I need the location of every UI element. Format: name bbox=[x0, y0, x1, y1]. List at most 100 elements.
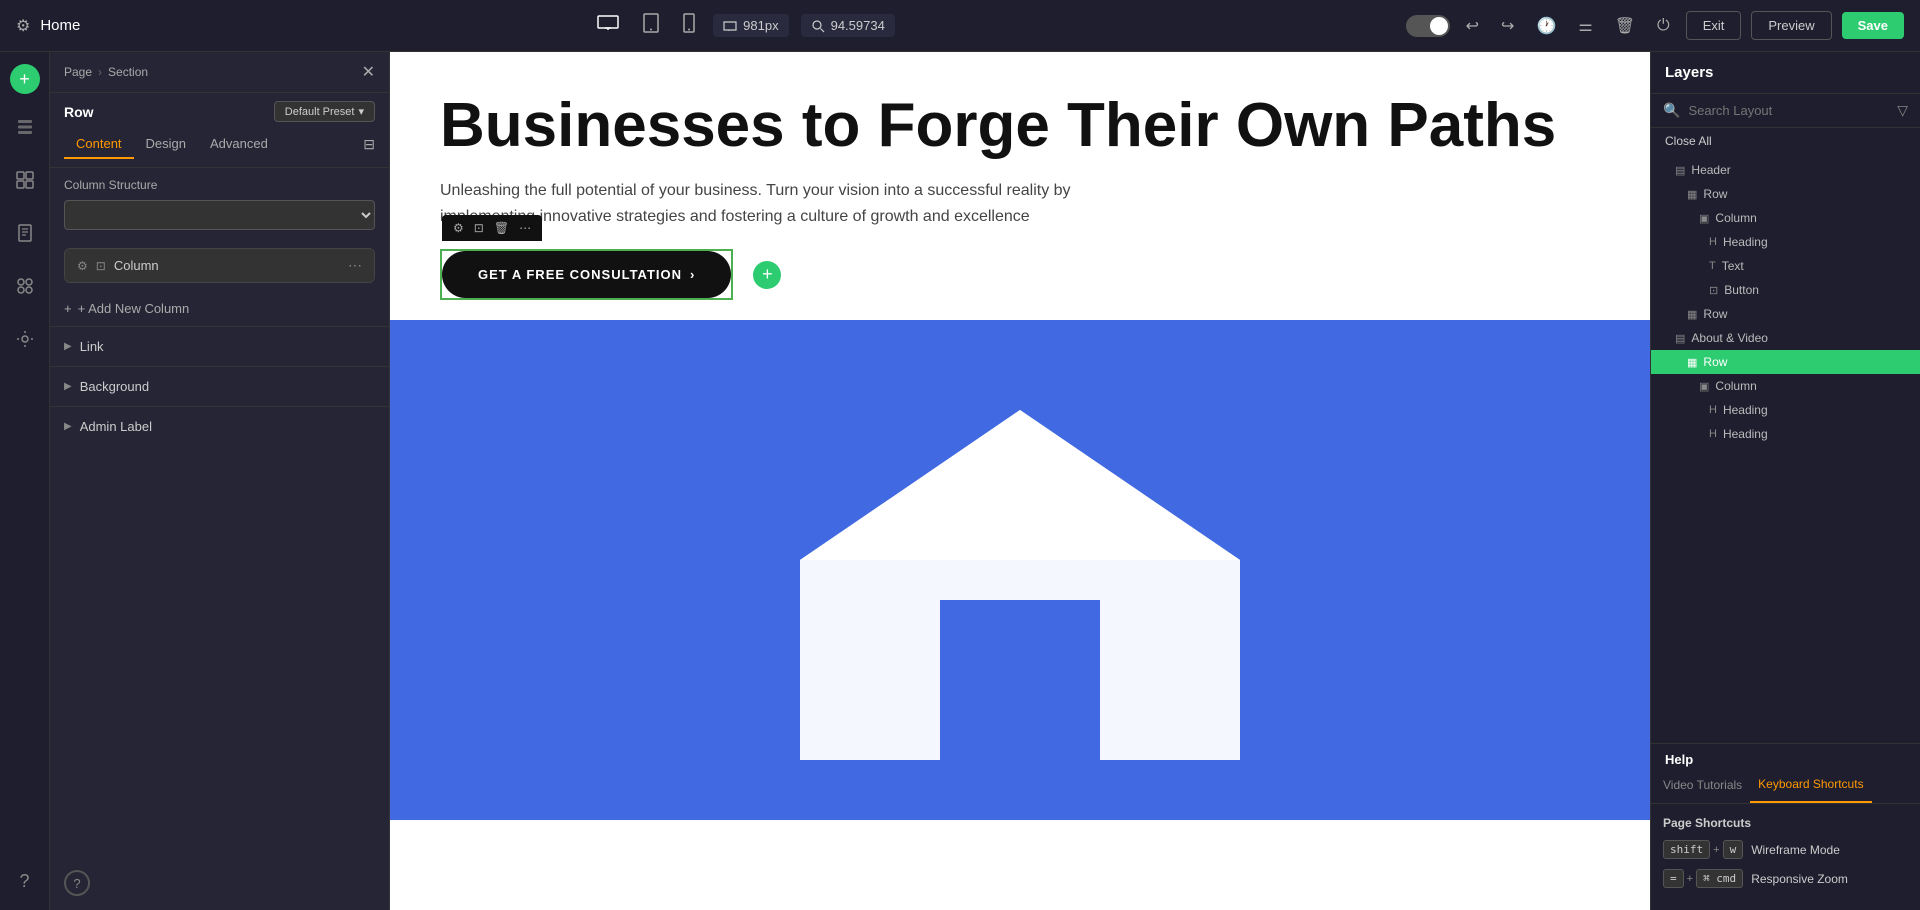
resolution-display: 981px bbox=[713, 14, 788, 37]
heading-icon: H bbox=[1709, 236, 1717, 248]
wireframe-label: Wireframe Mode bbox=[1751, 843, 1840, 857]
copy-small-icon[interactable]: ⊡ bbox=[96, 259, 106, 273]
mobile-device-button[interactable] bbox=[677, 7, 701, 44]
tab-design[interactable]: Design bbox=[134, 130, 198, 159]
link-arrow-icon: ▶ bbox=[64, 341, 72, 352]
plus-sep-1: + bbox=[1713, 844, 1719, 856]
background-accordion-header[interactable]: ▶ Background bbox=[50, 367, 389, 406]
wireframe-key-combo: shift + w bbox=[1663, 840, 1743, 859]
link-accordion-header[interactable]: ▶ Link bbox=[50, 327, 389, 366]
tree-item-heading-3[interactable]: H Heading bbox=[1651, 422, 1920, 446]
widget-icon[interactable] bbox=[10, 271, 40, 306]
cta-element: ⚙ ⊡ 🗑 ⋯ GET A FREE CONSULTATION › bbox=[440, 249, 733, 300]
admin-label-accordion: ▶ Admin Label bbox=[50, 406, 389, 446]
heading-icon-2: H bbox=[1709, 404, 1717, 416]
background-accordion: ▶ Background bbox=[50, 366, 389, 406]
layers-icon[interactable] bbox=[10, 112, 40, 147]
canvas-image-section bbox=[390, 320, 1650, 820]
background-title: Background bbox=[80, 379, 149, 394]
column-icon: ▣ bbox=[1699, 212, 1709, 225]
button-icon: ⊡ bbox=[1709, 284, 1718, 297]
tree-item-about-section[interactable]: ▤ About & Video bbox=[1651, 326, 1920, 350]
cta-add-button[interactable]: + bbox=[753, 261, 781, 289]
responsive-zoom-label: Responsive Zoom bbox=[1751, 872, 1848, 886]
columns-button[interactable]: ⚌ bbox=[1572, 10, 1598, 42]
help-icon[interactable]: ? bbox=[13, 865, 35, 898]
heading-icon-3: H bbox=[1709, 428, 1717, 440]
default-preset-button[interactable]: Default Preset ▾ bbox=[274, 101, 375, 122]
admin-label-title: Admin Label bbox=[80, 419, 152, 434]
column-dots-menu[interactable]: ⋯ bbox=[348, 257, 362, 274]
cta-settings-icon[interactable]: ⚙ bbox=[450, 219, 467, 237]
breadcrumb: Page › Section bbox=[64, 65, 148, 79]
tree-item-heading-2[interactable]: H Heading bbox=[1651, 398, 1920, 422]
preview-button[interactable]: Preview bbox=[1751, 11, 1831, 40]
cta-more-icon[interactable]: ⋯ bbox=[516, 219, 534, 237]
tab-advanced[interactable]: Advanced bbox=[198, 130, 280, 159]
column-icon-2: ▣ bbox=[1699, 380, 1709, 393]
column-structure-label: Column Structure bbox=[64, 178, 375, 192]
canvas-cta-row: ⚙ ⊡ 🗑 ⋯ GET A FREE CONSULTATION › + bbox=[390, 249, 1650, 320]
save-button[interactable]: Save bbox=[1842, 12, 1904, 39]
tab-content[interactable]: Content bbox=[64, 130, 134, 159]
breadcrumb-page[interactable]: Page bbox=[64, 65, 92, 79]
column-card-header: ⚙ ⊡ Column ⋯ bbox=[65, 249, 374, 282]
add-element-button[interactable]: + bbox=[10, 64, 40, 94]
cta-copy-icon[interactable]: ⊡ bbox=[471, 219, 487, 237]
trash-button[interactable]: 🗑 bbox=[1609, 10, 1641, 42]
close-panel-button[interactable]: ✕ bbox=[362, 62, 375, 82]
search-layout-input[interactable] bbox=[1688, 103, 1889, 118]
gear-icon[interactable]: ⚙ bbox=[16, 16, 30, 36]
tab-keyboard-shortcuts[interactable]: Keyboard Shortcuts bbox=[1750, 767, 1871, 803]
cta-trash-icon[interactable]: 🗑 bbox=[491, 219, 512, 237]
tree-item-heading-1[interactable]: H Heading bbox=[1651, 230, 1920, 254]
admin-label-arrow-icon: ▶ bbox=[64, 421, 72, 432]
help-circle-button[interactable]: ? bbox=[64, 870, 90, 896]
power-button[interactable]: ⏻ bbox=[1651, 11, 1676, 41]
column-card-label: Column bbox=[114, 258, 340, 273]
dark-mode-toggle[interactable] bbox=[1406, 15, 1450, 37]
plus-sep-2: + bbox=[1687, 873, 1693, 885]
history-button[interactable]: 🕐 bbox=[1530, 10, 1562, 42]
tablet-device-button[interactable] bbox=[637, 7, 665, 44]
tree-item-button[interactable]: ⊡ Button bbox=[1651, 278, 1920, 302]
main-layout: + ? Page › Section ✕ Row bbox=[0, 52, 1920, 910]
tree-item-column-1[interactable]: ▣ Column bbox=[1651, 206, 1920, 230]
tree-item-row-1[interactable]: ▦ Row bbox=[1651, 182, 1920, 206]
add-new-column-button[interactable]: + + Add New Column bbox=[50, 291, 389, 326]
admin-label-accordion-header[interactable]: ▶ Admin Label bbox=[50, 407, 389, 446]
responsive-zoom-key-combo: = + ⌘ cmd bbox=[1663, 869, 1743, 888]
house-illustration bbox=[770, 380, 1270, 760]
text-icon: T bbox=[1709, 260, 1716, 272]
redo-button[interactable]: ↪ bbox=[1495, 10, 1520, 42]
desktop-device-button[interactable] bbox=[591, 9, 625, 42]
breadcrumb-separator: › bbox=[98, 65, 102, 79]
settings-small-icon[interactable]: ⚙ bbox=[77, 259, 88, 273]
grid-icon[interactable] bbox=[10, 165, 40, 200]
tab-video-tutorials[interactable]: Video Tutorials bbox=[1663, 767, 1750, 803]
filter-icon[interactable]: ▽ bbox=[1897, 102, 1908, 119]
tree-item-row-active[interactable]: ▦ Row bbox=[1651, 350, 1920, 374]
exit-button[interactable]: Exit bbox=[1686, 11, 1742, 40]
column-structure-select[interactable] bbox=[64, 200, 375, 230]
link-accordion: ▶ Link bbox=[50, 326, 389, 366]
topbar-left: ⚙ Home bbox=[16, 16, 80, 36]
column-structure-row bbox=[64, 200, 375, 230]
undo-button[interactable]: ↩ bbox=[1460, 10, 1485, 42]
settings-icon[interactable] bbox=[10, 324, 40, 359]
close-all-button[interactable]: Close All bbox=[1651, 128, 1920, 154]
pages-icon[interactable] bbox=[10, 218, 40, 253]
cta-arrow-icon: › bbox=[690, 267, 695, 282]
section-icon-2: ▤ bbox=[1675, 332, 1685, 345]
layout-icon-button[interactable]: ⊟ bbox=[363, 136, 375, 153]
tree-item-column-2[interactable]: ▣ Column bbox=[1651, 374, 1920, 398]
key-cmd: ⌘ cmd bbox=[1696, 869, 1743, 888]
breadcrumb-section[interactable]: Section bbox=[108, 65, 148, 79]
link-title: Link bbox=[80, 339, 104, 354]
shortcut-responsive-zoom: = + ⌘ cmd Responsive Zoom bbox=[1663, 869, 1908, 888]
tree-item-row-2[interactable]: ▦ Row bbox=[1651, 302, 1920, 326]
tree-item-text[interactable]: T Text bbox=[1651, 254, 1920, 278]
cta-button[interactable]: GET A FREE CONSULTATION › bbox=[442, 251, 731, 298]
tree-item-header[interactable]: ▤ Header bbox=[1651, 158, 1920, 182]
key-shift: shift bbox=[1663, 840, 1710, 859]
